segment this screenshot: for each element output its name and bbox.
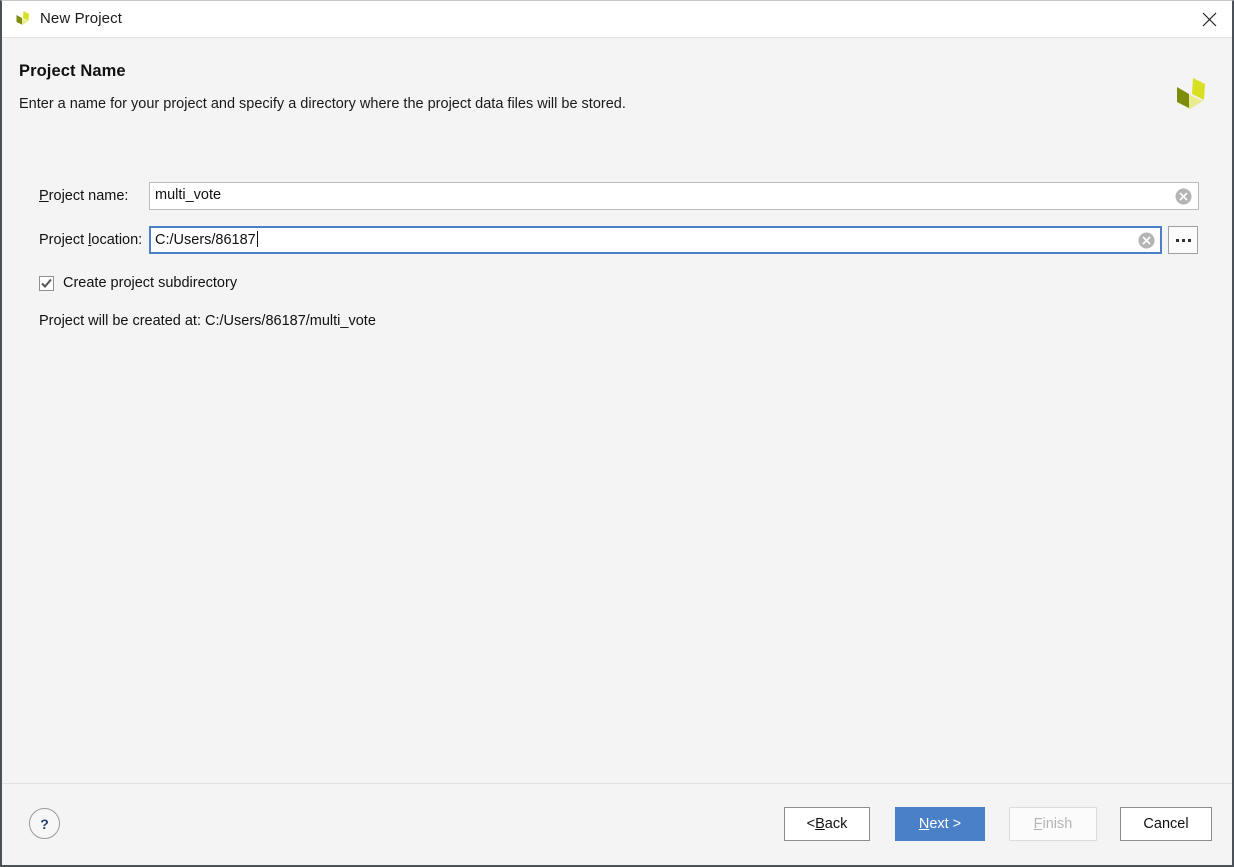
- project-name-input[interactable]: multi_vote: [149, 182, 1199, 210]
- next-label-mnemonic: N: [918, 816, 930, 832]
- cancel-label: Cancel: [1143, 816, 1189, 832]
- ellipsis-icon: [1175, 238, 1179, 242]
- checkbox-box: [39, 275, 54, 291]
- back-label-mnemonic: B: [815, 816, 825, 832]
- finish-label-post: inish: [1042, 816, 1073, 832]
- page-description: Enter a name for your project and specif…: [19, 96, 626, 112]
- project-location-label-post: ocation:: [91, 232, 143, 248]
- checkmark-icon: [41, 278, 52, 288]
- project-name-label-mnemonic: P: [39, 188, 49, 204]
- text-caret: [256, 231, 258, 247]
- back-label-pre: <: [806, 816, 816, 832]
- help-button[interactable]: ?: [29, 808, 60, 839]
- help-label: ?: [40, 815, 49, 832]
- ellipsis-icon: [1181, 238, 1185, 242]
- page-title: Project Name: [19, 62, 126, 80]
- ellipsis-icon: [1187, 238, 1191, 242]
- project-created-at-text: Project will be created at: C:/Users/861…: [39, 313, 376, 329]
- project-location-value-wrap: C:/Users/86187: [155, 231, 258, 248]
- next-button[interactable]: Next >: [895, 807, 985, 841]
- clear-circle-icon[interactable]: [1138, 232, 1155, 249]
- new-project-dialog: New Project Project Name Enter a name fo…: [0, 0, 1234, 867]
- project-name-label: Project name:: [39, 188, 128, 204]
- close-icon[interactable]: [1186, 1, 1232, 37]
- footer-separator: [2, 783, 1232, 784]
- vivado-logo-icon: [14, 9, 34, 29]
- checkbox-label: Create project subdirectory: [63, 275, 238, 291]
- next-label-post: ext >: [929, 816, 962, 832]
- window-title: New Project: [40, 10, 122, 27]
- finish-button: Finish: [1009, 807, 1097, 841]
- project-location-label: Project location:: [39, 232, 142, 248]
- project-location-value: C:/Users/86187: [155, 232, 256, 248]
- back-label-post: ack: [824, 816, 848, 832]
- title-bar: New Project: [2, 1, 1232, 38]
- create-project-subdirectory-checkbox[interactable]: Create project subdirectory: [39, 273, 237, 293]
- project-name-label-post: roject name:: [48, 188, 129, 204]
- back-button[interactable]: < Back: [784, 807, 870, 841]
- project-name-value: multi_vote: [155, 187, 222, 203]
- vivado-logo-icon: [1171, 73, 1215, 117]
- browse-location-button[interactable]: [1168, 226, 1198, 254]
- project-location-input[interactable]: C:/Users/86187: [149, 226, 1162, 254]
- cancel-button[interactable]: Cancel: [1120, 807, 1212, 841]
- clear-circle-icon[interactable]: [1175, 188, 1192, 205]
- finish-label-mnemonic: F: [1033, 816, 1043, 832]
- project-location-label-pre: Project: [39, 232, 89, 248]
